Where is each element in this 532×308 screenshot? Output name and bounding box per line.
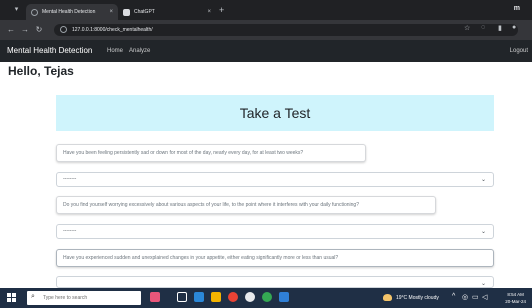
answer-select-2[interactable]: -------- ⌄: [56, 224, 494, 239]
address-bar[interactable]: 127.0.0.1:8000/check_mentalhealth/: [54, 24, 518, 36]
greeting-heading: Hello, Tejas: [8, 64, 74, 78]
windows-start-icon[interactable]: [7, 293, 16, 302]
globe-icon: [31, 8, 38, 16]
clock-date: 20-Mar-24: [505, 299, 526, 304]
nav-link-analyze[interactable]: Analyze: [129, 48, 150, 54]
test-title: Take a Test: [239, 105, 311, 121]
test-header-card: Take a Test: [56, 95, 494, 131]
volume-icon[interactable]: ◁: [482, 293, 487, 301]
chevron-down-icon: ⌄: [480, 229, 486, 235]
window-control[interactable]: m: [514, 5, 520, 12]
question-text: Have you been feeling persistently sad o…: [63, 150, 304, 156]
vscode-icon[interactable]: [279, 292, 289, 302]
taskbar-search-box[interactable]: ⌕ Type here to search: [27, 291, 141, 305]
chevron-down-icon: ⌄: [480, 177, 486, 183]
battery-icon[interactable]: ▭: [472, 293, 479, 301]
browser-tab-strip: ▾ Mental Health Detection × ChatGPT × + …: [0, 0, 532, 20]
select-value: --------: [63, 228, 77, 234]
question-2: Do you find yourself worrying excessivel…: [56, 196, 436, 214]
task-view-icon[interactable]: [177, 292, 187, 302]
chevron-down-icon: ⌄: [480, 281, 486, 287]
screen: ▾ Mental Health Detection × ChatGPT × + …: [0, 0, 532, 308]
tab-search-icon[interactable]: ▾: [12, 6, 21, 14]
back-arrow-icon[interactable]: ←: [6, 25, 16, 35]
question-3: Have you experienced sudden and unexplai…: [56, 249, 494, 267]
browser-tab-chatgpt[interactable]: ChatGPT ×: [118, 4, 216, 20]
network-icon[interactable]: ◎: [462, 293, 468, 301]
site-info-icon[interactable]: [60, 26, 67, 33]
file-explorer-icon[interactable]: [211, 292, 221, 302]
browser-toolbar: ← → ↻ 127.0.0.1:8000/check_mentalhealth/…: [0, 20, 532, 40]
logout-link[interactable]: Logout: [510, 48, 528, 54]
chevron-up-icon[interactable]: ^: [452, 293, 455, 300]
windows-taskbar: ⌕ Type here to search 19°C Mostly cloudy…: [0, 288, 532, 308]
reload-icon[interactable]: ↻: [34, 25, 44, 35]
select-value: --------: [63, 176, 77, 182]
tab-title: ChatGPT: [134, 9, 155, 15]
chrome-icon[interactable]: [228, 292, 238, 302]
question-text: Do you find yourself worrying excessivel…: [63, 202, 359, 208]
mail-icon[interactable]: [194, 292, 204, 302]
url-text: 127.0.0.1:8000/check_mentalhealth/: [72, 27, 153, 33]
sidebar-icon[interactable]: ▮: [498, 24, 502, 32]
clock-time: 8:54 AM: [507, 292, 524, 297]
browser-icon[interactable]: [262, 292, 272, 302]
clock[interactable]: 8:54 AM 20-Mar-24: [505, 291, 526, 305]
close-icon[interactable]: ×: [109, 9, 113, 15]
navbar-brand[interactable]: Mental Health Detection: [7, 46, 92, 55]
question-1: Have you been feeling persistently sad o…: [56, 144, 366, 162]
weather-icon[interactable]: [383, 294, 392, 301]
forward-arrow-icon[interactable]: →: [20, 25, 30, 35]
search-icon: ⌕: [31, 293, 35, 300]
app-navbar: Mental Health Detection Home Analyze Log…: [0, 40, 532, 62]
answer-select-1[interactable]: -------- ⌄: [56, 172, 494, 187]
weather-text[interactable]: 19°C Mostly cloudy: [396, 295, 439, 301]
profile-icon[interactable]: ●: [512, 24, 516, 31]
close-icon[interactable]: ×: [207, 9, 211, 15]
bookmark-star-icon[interactable]: ☆: [464, 24, 470, 32]
new-tab-plus-icon[interactable]: +: [219, 6, 224, 15]
app-icon[interactable]: [245, 292, 255, 302]
widget-icon[interactable]: [150, 292, 160, 302]
search-placeholder: Type here to search: [43, 295, 88, 301]
chatgpt-icon: [123, 8, 130, 16]
tab-title: Mental Health Detection: [42, 9, 96, 15]
question-text: Have you experienced sudden and unexplai…: [63, 255, 339, 261]
extensions-icon[interactable]: ◌: [481, 24, 485, 31]
nav-link-home[interactable]: Home: [107, 48, 123, 54]
browser-tab-mental-health[interactable]: Mental Health Detection ×: [26, 4, 118, 20]
answer-select-3[interactable]: ⌄: [56, 276, 494, 288]
